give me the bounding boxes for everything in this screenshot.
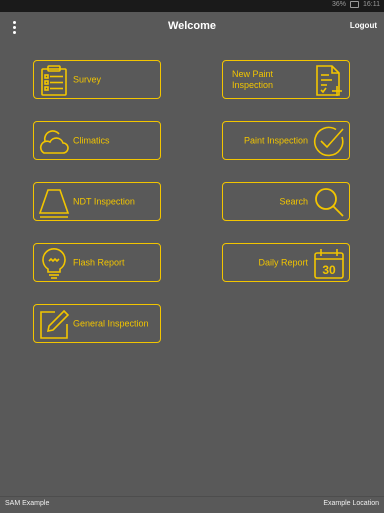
new-paint-inspection-button[interactable]: New Paint Inspection: [222, 60, 350, 99]
sun-cloud-icon: [37, 125, 71, 158]
footer-bar: SAM Example Example Location: [0, 496, 384, 513]
climatics-label: Climatics: [73, 135, 110, 145]
clipboard-list-icon: [37, 64, 71, 97]
calendar-icon: 30: [312, 247, 346, 280]
footer-location: Example Location: [323, 500, 379, 507]
climatics-button[interactable]: Climatics: [33, 121, 161, 160]
footer-user: SAM Example: [5, 500, 50, 507]
new-paint-inspection-label: New Paint Inspection: [232, 68, 274, 90]
document-plus-icon: [312, 64, 346, 97]
status-time: 16:11: [363, 1, 380, 8]
app-bar: Welcome Logout: [0, 12, 384, 42]
signal-strength: 36%: [331, 1, 346, 8]
calendar-day-text: 30: [322, 263, 336, 277]
general-inspection-label: General Inspection: [73, 318, 149, 328]
status-indicators: 36% 16:11: [332, 1, 380, 8]
ndt-inspection-label: NDT Inspection: [73, 196, 135, 206]
logout-button[interactable]: Logout: [350, 21, 377, 30]
paint-inspection-button[interactable]: Paint Inspection: [222, 121, 350, 160]
lightbulb-icon: [37, 247, 71, 280]
search-label: Search: [279, 196, 308, 206]
flash-report-button[interactable]: Flash Report: [33, 243, 161, 282]
general-inspection-button[interactable]: General Inspection: [33, 304, 161, 343]
pencil-square-icon: [37, 308, 71, 341]
check-circle-icon: [312, 125, 346, 158]
search-button[interactable]: Search: [222, 182, 350, 221]
battery-icon: [350, 1, 359, 8]
flash-report-label: Flash Report: [73, 257, 125, 267]
daily-report-button[interactable]: Daily Report 30: [222, 243, 350, 282]
ndt-inspection-button[interactable]: NDT Inspection: [33, 182, 161, 221]
daily-report-label: Daily Report: [258, 257, 308, 267]
lamp-icon: [37, 186, 71, 219]
search-icon: [312, 186, 346, 219]
status-bar: 36% 16:11: [0, 0, 384, 12]
page-title: Welcome: [167, 20, 217, 32]
paint-inspection-label: Paint Inspection: [243, 135, 308, 145]
survey-label: Survey: [73, 74, 102, 84]
survey-button[interactable]: Survey: [33, 60, 161, 99]
